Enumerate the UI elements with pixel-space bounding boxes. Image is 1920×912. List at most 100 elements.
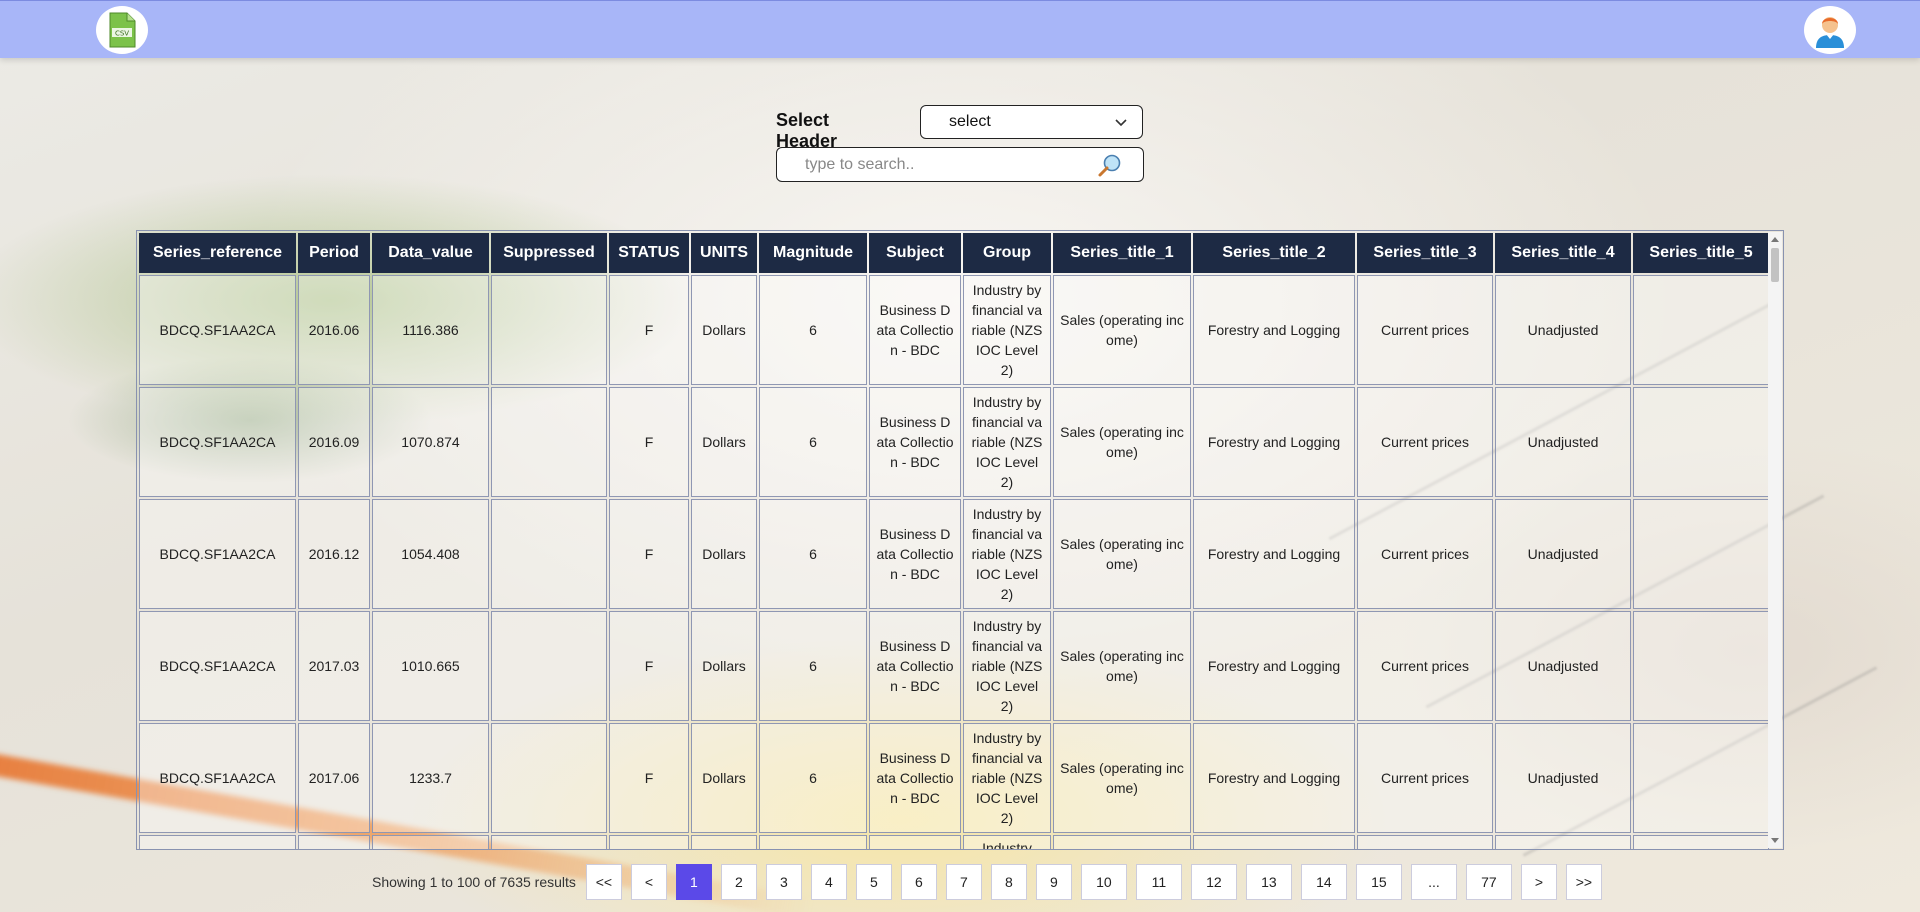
last-page-button[interactable]: >> [1565, 864, 1602, 900]
table-cell [491, 387, 607, 497]
page-button[interactable]: 6 [900, 864, 937, 900]
user-avatar[interactable] [1804, 6, 1856, 54]
scroll-down-icon[interactable] [1771, 838, 1779, 843]
prev-page-button[interactable]: < [630, 864, 667, 900]
table-cell: Dollars [691, 499, 757, 609]
column-header[interactable]: Subject [869, 233, 961, 273]
table-cell: Sales (operating income) [1053, 387, 1191, 497]
table-cell: BDCQ.SF1AA2CA [139, 275, 296, 385]
svg-text:CSV: CSV [115, 30, 129, 38]
table-cell: 2016.09 [298, 387, 370, 497]
page-button[interactable]: 7 [945, 864, 982, 900]
table-cell: 6 [759, 499, 867, 609]
chevron-down-icon [1115, 119, 1127, 127]
table-cell: Unadjusted [1495, 275, 1631, 385]
table-cell: BDCQ.SF1AA2CA [139, 499, 296, 609]
page-button[interactable]: 8 [990, 864, 1027, 900]
table-row: BDCQ.SF1AA2CA 2016.12 1054.408 F Dollars 6 Bus… [139, 499, 1769, 609]
table-cell: BDCQ.SF1AA2CA [139, 611, 296, 721]
table-cell [1633, 611, 1769, 721]
page-button[interactable]: 5 [855, 864, 892, 900]
table-cell: F [609, 611, 689, 721]
page-button[interactable]: 10 [1080, 864, 1127, 900]
search-input[interactable] [805, 155, 1095, 175]
table-cell: BDCQ.SF1AA2CA [139, 387, 296, 497]
next-page-button[interactable]: > [1520, 864, 1557, 900]
table-cell: 1116.386 [372, 275, 489, 385]
csv-logo[interactable]: CSV [96, 6, 148, 54]
page-button[interactable]: 12 [1190, 864, 1237, 900]
page-button[interactable]: 9 [1035, 864, 1072, 900]
page-button[interactable]: 4 [810, 864, 847, 900]
table-cell: Current prices [1357, 275, 1493, 385]
table-cell: Sales (operating income) [1053, 275, 1191, 385]
search-icon[interactable] [1097, 153, 1123, 179]
table-cell: Dollars [691, 387, 757, 497]
table-cell: Sales (operating income) [1053, 611, 1191, 721]
page-button[interactable]: 77 [1465, 864, 1512, 900]
table-cell: Unadjusted [1495, 387, 1631, 497]
table-cell: 6 [759, 387, 867, 497]
table-cell: Current prices [1357, 499, 1493, 609]
table-body: BDCQ.SF1AA2CA 2016.06 1116.386 F Dollars 6 Bus… [139, 275, 1769, 849]
page-button[interactable]: 2 [720, 864, 757, 900]
table-cell: F [609, 275, 689, 385]
column-header[interactable]: UNITS [691, 233, 757, 273]
page-button[interactable]: 13 [1245, 864, 1292, 900]
column-header[interactable]: Period [298, 233, 370, 273]
header-select-dropdown[interactable]: select [920, 105, 1143, 139]
table-cell: Dollars [691, 611, 757, 721]
table-cell: Industry by financial variable (NZSIOC L… [963, 387, 1051, 497]
table-cell [1495, 835, 1631, 849]
table-cell: Industry by financial variable (NZSIOC L… [963, 611, 1051, 721]
table-cell: Industry by financial variable (NZSIOC L… [963, 723, 1051, 833]
table-cell [1633, 275, 1769, 385]
scroll-up-icon[interactable] [1771, 237, 1779, 242]
results-info: Showing 1 to 100 of 7635 results [372, 874, 576, 890]
table-row: BDCQ.SF1AA2CA 2017.03 1010.665 F Dollars 6 Bus… [139, 611, 1769, 721]
table-cell: F [609, 723, 689, 833]
column-header[interactable]: Series_reference [139, 233, 296, 273]
page-button[interactable]: 15 [1355, 864, 1402, 900]
table-cell: F [609, 387, 689, 497]
table-cell: 1010.665 [372, 611, 489, 721]
column-header[interactable]: Suppressed [491, 233, 607, 273]
csv-file-icon: CSV [109, 12, 136, 48]
table-cell: Forestry and Logging [1193, 723, 1355, 833]
scroll-thumb[interactable] [1771, 248, 1779, 282]
table-cell: 1233.7 [372, 723, 489, 833]
table-cell: 2016.12 [298, 499, 370, 609]
page-ellipsis: ... [1410, 864, 1457, 900]
column-header[interactable]: Series_title_4 [1495, 233, 1631, 273]
page-button[interactable]: 14 [1300, 864, 1347, 900]
table-cell: 2016.06 [298, 275, 370, 385]
first-page-button[interactable]: << [585, 864, 622, 900]
page-buttons: 1 2 3 4 5 6 7 8 9 10 11 12 13 14 15... 77 [675, 864, 1521, 900]
table-cell: Forestry and Logging [1193, 275, 1355, 385]
column-header[interactable]: Series_title_2 [1193, 233, 1355, 273]
table-cell [609, 835, 689, 849]
table-cell: Current prices [1357, 387, 1493, 497]
column-header[interactable]: Data_value [372, 233, 489, 273]
page-button[interactable]: 11 [1135, 864, 1182, 900]
user-avatar-icon [1816, 17, 1844, 48]
table-cell: Business Data Collection - BDC [869, 611, 961, 721]
column-header[interactable]: Magnitude [759, 233, 867, 273]
table-cell [491, 275, 607, 385]
page-button[interactable]: 1 [675, 864, 712, 900]
column-header[interactable]: Group [963, 233, 1051, 273]
column-header[interactable]: Series_title_3 [1357, 233, 1493, 273]
table-scrollbar[interactable] [1768, 232, 1782, 848]
table-cell: Industry by financial variable (NZSIOC L… [963, 499, 1051, 609]
table-header-row: Series_reference Period Data_value Suppr… [139, 233, 1769, 273]
table-cell [491, 611, 607, 721]
column-header[interactable]: Series_title_5 [1633, 233, 1769, 273]
table-cell: Sales (operating income) [1053, 499, 1191, 609]
table-cell [491, 835, 607, 849]
column-header[interactable]: Series_title_1 [1053, 233, 1191, 273]
column-header[interactable]: STATUS [609, 233, 689, 273]
table-cell [1633, 835, 1769, 849]
table-cell: Unadjusted [1495, 611, 1631, 721]
page-button[interactable]: 3 [765, 864, 802, 900]
table-row: BDCQ.SF1AA2CA 2017.06 1233.7 F Dollars 6 Busin… [139, 723, 1769, 833]
